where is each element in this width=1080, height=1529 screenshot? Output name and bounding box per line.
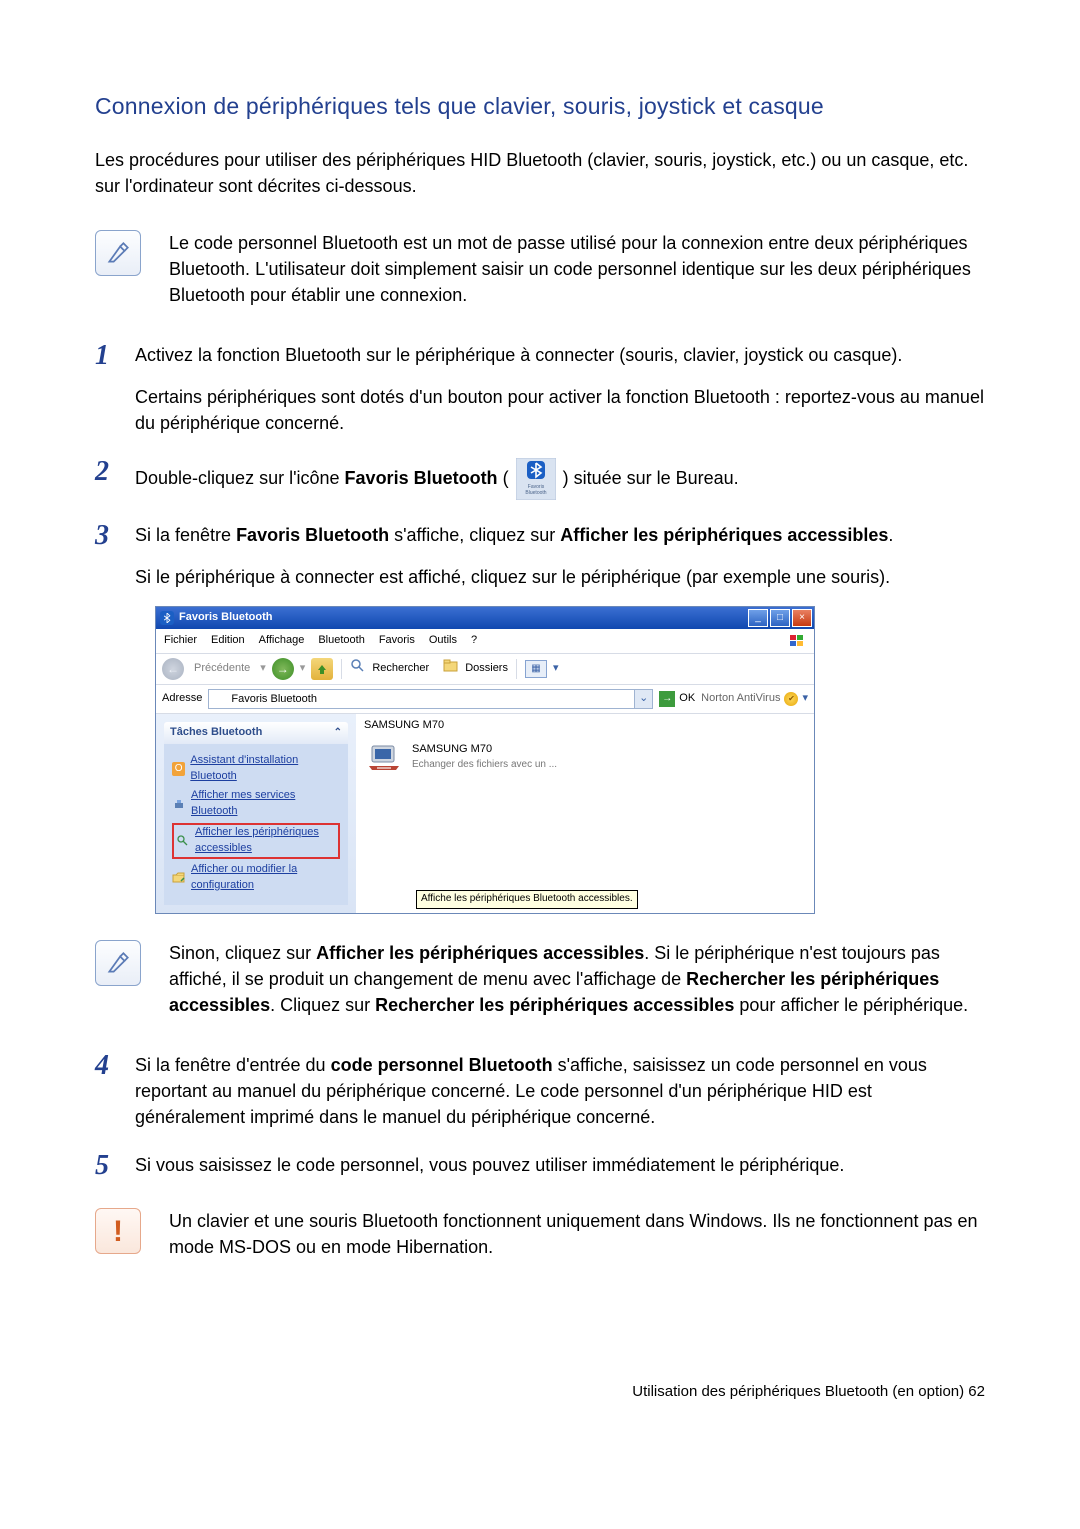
minimize-button[interactable]: _ [748, 609, 768, 627]
sidebar-item-label-l1: Afficher les périphériques [195, 826, 319, 838]
note-view-b3: Rechercher les périphériques accessibles [375, 995, 734, 1015]
note-view-text: Sinon, cliquez sur Afficher les périphér… [169, 940, 985, 1018]
step1-para1: Activez la fonction Bluetooth sur le pér… [135, 345, 902, 365]
window-title: Favoris Bluetooth [179, 610, 273, 626]
step4-bold: code personnel Bluetooth [331, 1055, 553, 1075]
device-description: Echanger des fichiers avec un ... [412, 758, 557, 773]
address-dropdown[interactable]: ⌄ [635, 689, 653, 709]
search-icon[interactable] [350, 658, 366, 680]
address-input[interactable] [208, 689, 635, 709]
up-folder-button[interactable] [311, 658, 333, 680]
step4-pre: Si la fenêtre d'entrée du [135, 1055, 331, 1075]
back-label: Précédente [190, 659, 254, 679]
step3-b2: Afficher les périphériques accessibles [560, 525, 888, 545]
step5-text: Si vous saisissez le code personnel, vou… [135, 1155, 844, 1175]
step-2: Double-cliquez sur l'icône Favoris Bluet… [95, 458, 985, 500]
forward-button[interactable]: → [272, 658, 294, 680]
sidebar-item-label: Assistant d'installation Bluetooth [190, 753, 340, 785]
magnify-icon [176, 834, 190, 848]
note-pin-text: Le code personnel Bluetooth est un mot d… [169, 230, 985, 308]
sidebar-item-label: Afficher ou modifier la configuration [191, 862, 340, 894]
step-1: Activez la fonction Bluetooth sur le pér… [95, 342, 985, 436]
step2-mid: ( [498, 468, 509, 488]
close-button[interactable]: × [792, 609, 812, 627]
page-section-title: Connexion de périphériques tels que clav… [95, 90, 985, 123]
note-view-post: pour afficher le périphérique. [734, 995, 968, 1015]
note-view-b1: Afficher les périphériques accessibles [316, 943, 644, 963]
note-view-mid2: . Cliquez sur [270, 995, 375, 1015]
bluetooth-desktop-icon: Favoris Bluetooth [516, 458, 556, 500]
step2-bold: Favoris Bluetooth [345, 468, 498, 488]
sidebar-item-config[interactable]: Afficher ou modifier la configuration [172, 862, 340, 894]
go-button[interactable]: → OK [659, 691, 695, 707]
step3-pre: Si la fenêtre [135, 525, 236, 545]
step-5: Si vous saisissez le code personnel, vou… [95, 1152, 985, 1178]
note-view-pre: Sinon, cliquez sur [169, 943, 316, 963]
favoris-bluetooth-window: Favoris Bluetooth _ □ × Fichier Edition … [155, 606, 815, 913]
step-3: Si la fenêtre Favoris Bluetooth s'affich… [95, 522, 985, 914]
note-icon [95, 230, 141, 276]
step3-b1: Favoris Bluetooth [236, 525, 389, 545]
menu-fichier[interactable]: Fichier [164, 633, 197, 649]
step1-para2: Certains périphériques sont dotés d'un b… [135, 384, 985, 436]
bluetooth-icon [160, 611, 174, 625]
menu-bluetooth[interactable]: Bluetooth [318, 633, 364, 649]
window-titlebar[interactable]: Favoris Bluetooth _ □ × [156, 607, 814, 629]
step2-text-pre: Double-cliquez sur l'icône [135, 468, 345, 488]
bluetooth-tasks-panel: Tâches Bluetooth ⌃ O Assistant d'install… [156, 714, 356, 912]
norton-icon[interactable]: ✔ [784, 692, 798, 706]
sidebar-item-services[interactable]: Afficher mes services Bluetooth [172, 788, 340, 820]
step-4: Si la fenêtre d'entrée du code personnel… [95, 1052, 985, 1130]
window-main-area: SAMSUNG M70 SAMSUNG M70 [356, 714, 814, 912]
folders-icon[interactable] [443, 659, 459, 679]
sidebar-item-assistant[interactable]: O Assistant d'installation Bluetooth [172, 753, 340, 785]
wizard-icon: O [172, 762, 185, 776]
warning-icon: ! [95, 1208, 141, 1254]
windows-flag-icon[interactable] [788, 633, 806, 649]
step2-text-post: ) située sur le Bureau. [563, 468, 739, 488]
menu-outils[interactable]: Outils [429, 633, 457, 649]
note-icon [95, 940, 141, 986]
laptop-icon [366, 742, 402, 776]
device-name: SAMSUNG M70 [412, 742, 557, 758]
warning-text: Un clavier et une souris Bluetooth fonct… [169, 1208, 985, 1260]
device-group-label: SAMSUNG M70 [364, 718, 444, 734]
side-header: Tâches Bluetooth [170, 725, 262, 741]
norton-label: Norton AntiVirus [701, 691, 780, 707]
toolbar-dossiers[interactable]: Dossiers [465, 661, 508, 677]
step3-mid: s'affiche, cliquez sur [389, 525, 560, 545]
sidebar-item-show-devices[interactable]: Afficher les périphériques accessibles [172, 823, 340, 859]
step3-para2: Si le périphérique à connecter est affic… [135, 564, 985, 590]
go-label: OK [679, 691, 695, 707]
sidebar-item-label-l2: accessibles [195, 842, 252, 854]
step3-post: . [888, 525, 893, 545]
menu-edition[interactable]: Edition [211, 633, 245, 649]
services-icon [172, 797, 186, 811]
page-footer: Utilisation des périphériques Bluetooth … [95, 1381, 985, 1403]
sidebar-item-label: Afficher mes services Bluetooth [191, 788, 340, 820]
views-button[interactable]: ▦ [525, 660, 547, 678]
address-label: Adresse [162, 691, 202, 707]
menu-aide[interactable]: ? [471, 633, 477, 649]
back-button[interactable]: ← [162, 658, 184, 680]
device-item[interactable]: SAMSUNG M70 Echanger des fichiers avec u… [366, 742, 804, 776]
menu-favoris[interactable]: Favoris [379, 633, 415, 649]
status-tooltip: Affiche les périphériques Bluetooth acce… [416, 890, 638, 909]
collapse-icon[interactable]: ⌃ [334, 726, 342, 741]
svg-text:Bluetooth: Bluetooth [525, 490, 546, 496]
toolbar-rechercher[interactable]: Rechercher [372, 661, 429, 677]
menu-affichage[interactable]: Affichage [259, 633, 305, 649]
config-icon [172, 871, 186, 885]
intro-paragraph: Les procédures pour utiliser des périphé… [95, 147, 985, 199]
maximize-button[interactable]: □ [770, 609, 790, 627]
